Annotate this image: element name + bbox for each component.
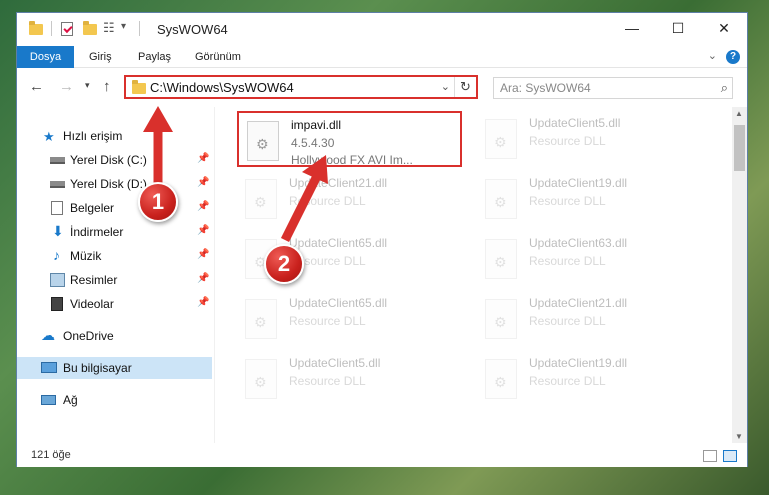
scroll-up-icon[interactable]: ▲ [735,109,743,118]
tab-home[interactable]: Giriş [89,46,112,68]
maximize-icon[interactable]: ☐ [655,13,701,43]
window-title: SysWOW64 [157,22,228,37]
file-tile[interactable]: UpdateClient19.dll Resource DLL [477,171,702,227]
documents-icon [51,201,63,215]
scroll-thumb[interactable] [734,125,745,171]
dll-file-icon [485,239,517,279]
up-icon[interactable]: ↑ [103,78,111,95]
star-icon: ★ [43,129,55,144]
file-tile[interactable]: UpdateClient21.dll Resource DLL [237,171,462,227]
nav-quick-access[interactable]: ★ Hızlı erişim [17,125,212,147]
nav-item-drive-c[interactable]: Yerel Disk (C:) 📌 [17,149,212,171]
pin-icon[interactable]: 📌 [197,153,209,164]
dll-file-icon [245,299,277,339]
folder-icon [29,21,43,35]
forward-icon[interactable]: → [59,78,74,95]
refresh-icon[interactable]: ↻ [454,77,476,97]
pin-icon[interactable]: 📌 [197,249,209,260]
address-row: ← → ▾ ↑ C:\Windows\SysWOW64 ⌄ ↻ Ara: Sys… [17,69,747,105]
nav-network[interactable]: Ağ [17,389,212,411]
nav-item-music[interactable]: ♪ Müzik 📌 [17,245,212,267]
explorer-window: ☷ ▾ SysWOW64 — ☐ ✕ Dosya Giriş Paylaş Gö… [16,12,748,467]
nav-item-documents[interactable]: Belgeler 📌 [17,197,212,219]
nav-this-pc[interactable]: Bu bilgisayar [17,357,212,379]
pictures-icon [50,273,65,287]
divider [139,21,140,36]
downloads-icon: ⬇ [52,223,64,239]
tiles-view-icon[interactable] [723,450,737,462]
drive-icon [50,181,65,188]
qa-dropdown-icon[interactable]: ▾ [121,21,126,37]
vertical-scrollbar[interactable]: ▲ ▼ [732,107,747,443]
back-icon[interactable]: ← [29,78,44,95]
pin-icon[interactable]: 📌 [197,273,209,284]
address-path[interactable]: C:\Windows\SysWOW64 [150,80,294,95]
file-tile[interactable]: UpdateClient19.dll Resource DLL [477,351,702,407]
folder-icon [132,80,146,94]
dll-file-icon [245,359,277,399]
nav-item-videos[interactable]: Videolar 📌 [17,293,212,315]
dll-file-icon [485,359,517,399]
status-bar: 121 öğe [17,445,747,467]
file-tile[interactable]: UpdateClient5.dll Resource DLL [237,351,462,407]
file-tile[interactable]: UpdateClient65.dll Resource DLL [237,291,462,347]
file-tile[interactable]: UpdateClient21.dll Resource DLL [477,291,702,347]
nav-item-pictures[interactable]: Resimler 📌 [17,269,212,291]
address-dropdown-icon[interactable]: ⌄ [441,80,450,93]
search-placeholder: Ara: SysWOW64 [500,81,591,95]
recent-locations-icon[interactable]: ▾ [85,80,90,91]
address-bar[interactable]: C:\Windows\SysWOW64 ⌄ ↻ [124,75,478,99]
music-icon: ♪ [53,247,60,263]
step-marker-2: 2 [264,244,304,284]
dll-file-icon [485,299,517,339]
step-marker-1: 1 [138,182,178,222]
title-bar: ☷ ▾ SysWOW64 — ☐ ✕ [17,13,747,46]
drive-icon [50,157,65,164]
pin-icon[interactable]: 📌 [197,201,209,212]
nav-item-downloads[interactable]: ⬇ İndirmeler 📌 [17,221,212,243]
file-tile[interactable]: UpdateClient5.dll Resource DLL [477,111,702,167]
dll-file-icon [247,121,279,161]
ribbon-tabs: Dosya Giriş Paylaş Görünüm ⌄ ? [17,46,747,68]
item-count: 121 öğe [31,449,71,461]
dll-file-icon [485,179,517,219]
pin-icon[interactable]: 📌 [197,297,209,308]
tab-view[interactable]: Görünüm [195,46,241,68]
search-icon[interactable]: ⌕ [721,80,728,96]
close-icon[interactable]: ✕ [701,13,747,43]
details-view-icon[interactable] [703,450,717,462]
file-tile-impavi[interactable]: impavi.dll 4.5.4.30 Hollywood FX AVI Im.… [237,111,462,167]
pin-icon[interactable]: 📌 [197,177,209,188]
videos-icon [51,297,63,311]
pane-divider [214,107,215,443]
navigation-pane: ★ Hızlı erişim Yerel Disk (C:) 📌 Yerel D… [17,107,214,443]
help-icon[interactable]: ? [726,50,740,64]
properties-icon[interactable] [61,22,73,36]
pin-icon[interactable]: 📌 [197,225,209,236]
expand-ribbon-icon[interactable]: ⌄ [708,49,717,62]
file-list: impavi.dll 4.5.4.30 Hollywood FX AVI Im.… [231,107,731,443]
minimize-icon[interactable]: — [609,13,655,43]
search-input[interactable]: Ara: SysWOW64 ⌕ [493,77,733,99]
customize-icon[interactable]: ☷ [103,20,115,36]
file-tile[interactable]: UpdateClient63.dll Resource DLL [477,231,702,287]
network-icon [41,395,56,405]
computer-icon [41,362,57,373]
dll-file-icon [245,179,277,219]
scroll-down-icon[interactable]: ▼ [735,432,743,441]
tab-file[interactable]: Dosya [17,46,74,68]
dll-file-icon [485,119,517,159]
divider [51,21,52,36]
cloud-icon: ☁ [41,327,55,343]
tab-share[interactable]: Paylaş [138,46,171,68]
nav-onedrive[interactable]: ☁ OneDrive [17,325,212,347]
nav-item-drive-d[interactable]: Yerel Disk (D:) 📌 [17,173,212,195]
new-folder-icon[interactable] [83,21,97,35]
